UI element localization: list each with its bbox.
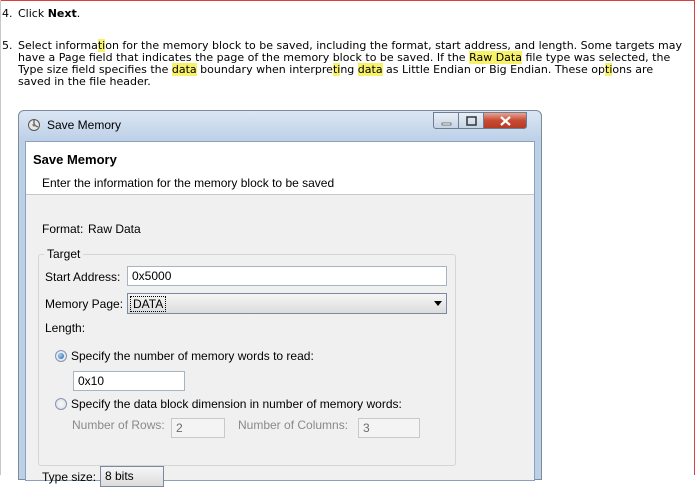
columns-input[interactable]: 3 — [358, 418, 420, 438]
radio-block-dimension-label[interactable]: Specify the data block dimension in numb… — [71, 397, 402, 411]
step-4-next-keyword: Next — [47, 7, 77, 20]
type-size-label: Type size: — [42, 470, 97, 484]
rows-label: Number of Rows: — [72, 418, 165, 432]
close-button[interactable] — [483, 112, 527, 129]
dialog-header: Save Memory Enter the information for th… — [26, 142, 534, 195]
page-frame-left — [0, 0, 1, 475]
columns-label: Number of Columns: — [238, 418, 349, 432]
save-memory-dialog: Save Memory Save Memory Enter the inform… — [18, 110, 542, 487]
minimize-icon — [441, 122, 452, 126]
step-number: 4. — [2, 7, 13, 20]
length-label: Length: — [45, 321, 86, 335]
page-frame-top — [0, 0, 695, 1]
radio-number-of-words[interactable] — [55, 350, 67, 362]
maximize-icon — [466, 116, 477, 126]
step-text: Select information for the memory block … — [18, 39, 688, 88]
step-text: Click Next. — [18, 8, 688, 20]
search-highlight: data — [357, 63, 383, 76]
type-size-select[interactable]: 8 bits — [100, 466, 164, 487]
step-number: 5. — [2, 39, 13, 52]
start-address-input[interactable]: 0x5000 — [127, 266, 447, 286]
dialog-titlebar[interactable]: Save Memory — [19, 111, 541, 141]
maximize-button[interactable] — [458, 112, 484, 129]
radio-block-dimension[interactable] — [55, 398, 67, 410]
header-title: Save Memory — [33, 152, 117, 167]
step-4-prefix: Click — [18, 7, 48, 20]
text-run: as Little Endian or Big Endian. These op — [382, 63, 605, 76]
header-description: Enter the information for the memory blo… — [42, 176, 335, 190]
format-value: Raw Data — [88, 222, 141, 236]
dialog-title: Save Memory — [47, 118, 122, 132]
memory-page-label: Memory Page: — [45, 297, 124, 311]
target-group-legend: Target — [44, 247, 84, 261]
close-icon — [500, 116, 511, 126]
step-4-suffix: . — [76, 7, 81, 20]
memory-chip-icon — [28, 119, 40, 131]
text-run: ng — [340, 63, 358, 76]
chevron-down-icon — [434, 301, 442, 306]
radio-number-of-words-label[interactable]: Specify the number of memory words to re… — [71, 349, 314, 363]
format-label: Format: — [42, 222, 84, 236]
memory-page-select[interactable]: DATA — [127, 293, 447, 314]
memory-words-input[interactable]: 0x10 — [73, 371, 185, 391]
start-address-label: Start Address: — [45, 270, 121, 284]
search-highlight: data — [171, 63, 197, 76]
type-size-value: 8 bits — [105, 469, 134, 483]
dialog-client-area: Save Memory Enter the information for th… — [25, 141, 535, 487]
text-run: boundary when interpre — [196, 63, 333, 76]
rows-input[interactable]: 2 — [171, 418, 225, 438]
memory-page-value: DATA — [130, 296, 167, 312]
minimize-button[interactable] — [433, 112, 459, 129]
